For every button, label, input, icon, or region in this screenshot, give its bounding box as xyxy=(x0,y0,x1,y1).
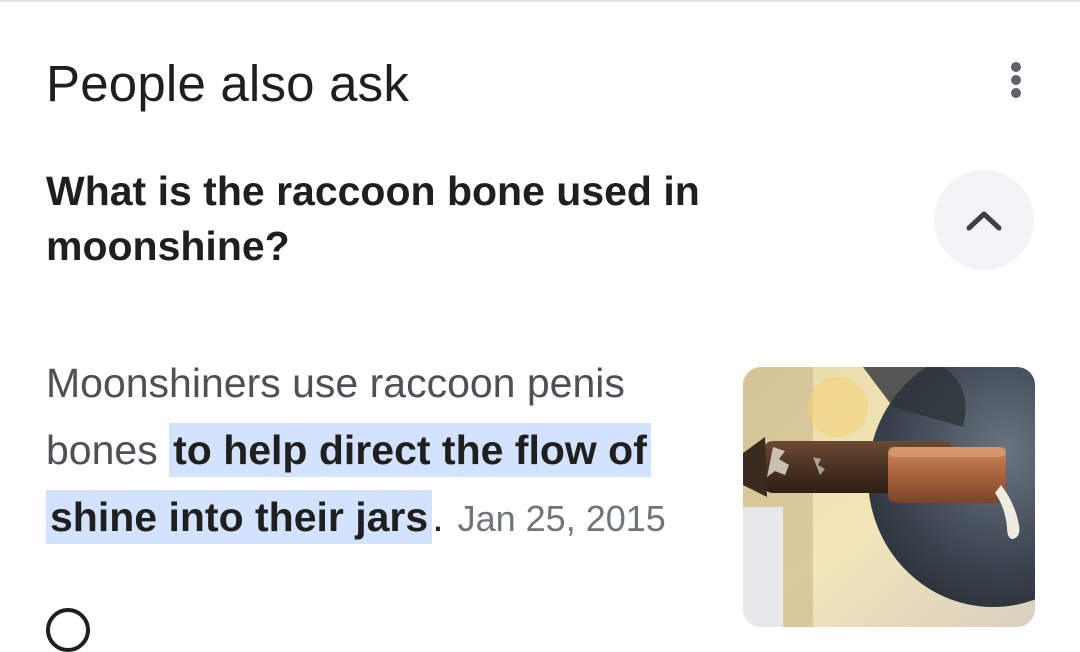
more-options-button[interactable] xyxy=(990,54,1042,106)
collapse-button[interactable] xyxy=(934,170,1034,270)
thumbnail-image xyxy=(743,367,1035,627)
section-title: People also ask xyxy=(46,55,410,112)
answer-thumbnail[interactable] xyxy=(743,367,1035,627)
question-text[interactable]: What is the raccoon bone used in moonshi… xyxy=(46,164,806,274)
chevron-up-icon xyxy=(966,211,1002,231)
source-favicon xyxy=(46,608,90,652)
top-divider xyxy=(0,0,1080,2)
answer-tail: . xyxy=(432,494,444,540)
more-vert-icon xyxy=(1011,62,1021,98)
answer-snippet: Moonshiners use raccoon penis bones to h… xyxy=(46,350,716,552)
answer-date: Jan 25, 2015 xyxy=(457,498,666,539)
